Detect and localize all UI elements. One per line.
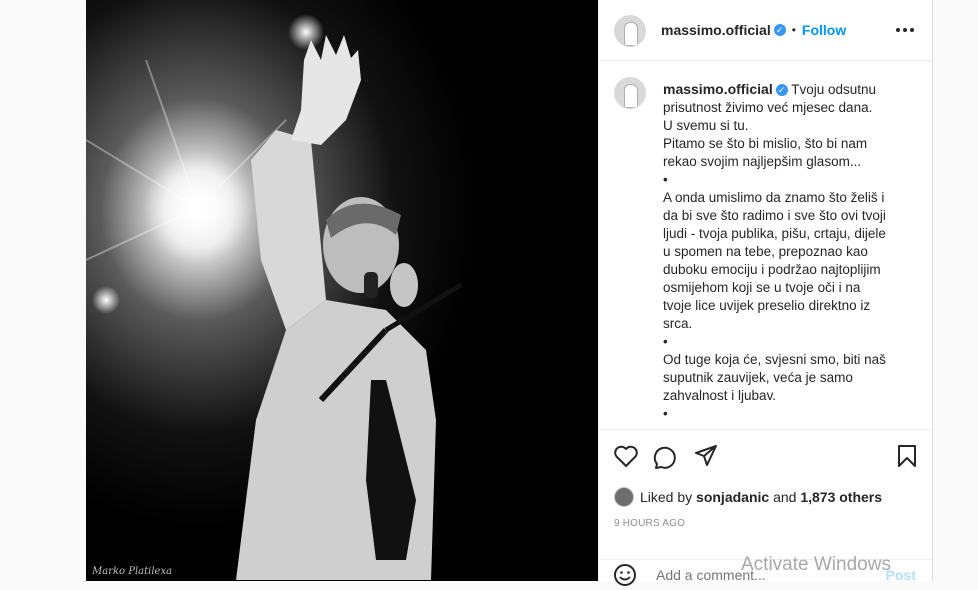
likes-prefix: Liked by bbox=[640, 489, 693, 505]
caption-line: Tvoju odsutnu bbox=[791, 82, 877, 97]
caption-section: massimo.official ✓ Tvoju odsutnu prisutno… bbox=[599, 61, 932, 429]
caption-line: tvoje lice uvijek preselio direktno iz bbox=[663, 298, 871, 313]
comment-icon[interactable] bbox=[653, 444, 679, 470]
header-meta: massimo.official ✓ • Follow bbox=[661, 22, 846, 38]
caption-username[interactable]: massimo.official bbox=[663, 81, 773, 97]
header-separator: • bbox=[791, 23, 796, 37]
bookmark-icon[interactable] bbox=[897, 444, 917, 468]
photo-signature: Marko Platilexa bbox=[92, 566, 173, 577]
caption-line: prisutnost živimo već mjesec dana. bbox=[663, 100, 873, 115]
os-activation-watermark: Activate Windows bbox=[741, 554, 891, 575]
caption-line: suputnik zauvijek, veća je samo bbox=[663, 370, 853, 385]
liker-avatar[interactable] bbox=[614, 487, 634, 507]
caption-line: • bbox=[663, 172, 668, 187]
caption-line: • bbox=[663, 334, 668, 349]
likes-summary: Liked by sonjadanic and 1,873 others bbox=[614, 487, 882, 507]
caption-line: zahvalnost i ljubav. bbox=[663, 388, 777, 403]
follow-button[interactable]: Follow bbox=[802, 22, 846, 38]
post-header: massimo.official ✓ • Follow bbox=[599, 0, 932, 61]
caption-line: rekao svojim najljepšim glasom... bbox=[663, 154, 862, 169]
liker-username[interactable]: sonjadanic bbox=[696, 489, 769, 505]
post-timestamp: 9 HOURS AGO bbox=[614, 518, 686, 529]
caption-line: ljudi - tvoja publika, pišu, crtaju, dij… bbox=[663, 226, 886, 241]
caption-line: • bbox=[663, 406, 668, 421]
caption-verified-icon: ✓ bbox=[775, 84, 788, 96]
concert-photo bbox=[86, 0, 598, 581]
caption-line: da bi sve što radimo i sve što ovi tvoji bbox=[663, 208, 886, 223]
caption-line: osmijehom koji se u tvoje oči i na bbox=[663, 280, 861, 295]
caption-line: u spomen na tebe, prepoznao kao bbox=[663, 244, 868, 259]
verified-badge-icon: ✓ bbox=[773, 24, 786, 36]
likes-others-link[interactable]: 1,873 others bbox=[800, 489, 882, 505]
caption-avatar[interactable] bbox=[614, 77, 646, 109]
author-avatar[interactable] bbox=[614, 15, 646, 47]
post-image[interactable]: Marko Platilexa bbox=[86, 0, 598, 581]
share-icon[interactable] bbox=[694, 444, 718, 468]
caption-line: duboku emociju i podržao najtoplijim bbox=[663, 262, 881, 277]
caption-line: Od tuge koja će, svjesni smo, biti naš bbox=[663, 352, 886, 367]
likes-conj: and bbox=[773, 489, 797, 505]
heart-icon[interactable] bbox=[613, 444, 639, 468]
caption-line: srca. bbox=[663, 316, 693, 331]
post-side-panel: massimo.official ✓ • Follow massimo.offi… bbox=[598, 0, 933, 586]
emoji-icon[interactable] bbox=[613, 563, 637, 587]
more-options-icon[interactable] bbox=[896, 28, 914, 32]
caption-text: massimo.official ✓ Tvoju odsutnu prisutno… bbox=[663, 80, 913, 423]
caption-line: U svemu si tu. bbox=[663, 118, 749, 133]
caption-line: A onda umislimo da znamo što želiš i bbox=[663, 190, 885, 205]
caption-line: Pitamo se što bi mislio, što bi nam bbox=[663, 136, 868, 151]
author-username[interactable]: massimo.official bbox=[661, 22, 771, 38]
